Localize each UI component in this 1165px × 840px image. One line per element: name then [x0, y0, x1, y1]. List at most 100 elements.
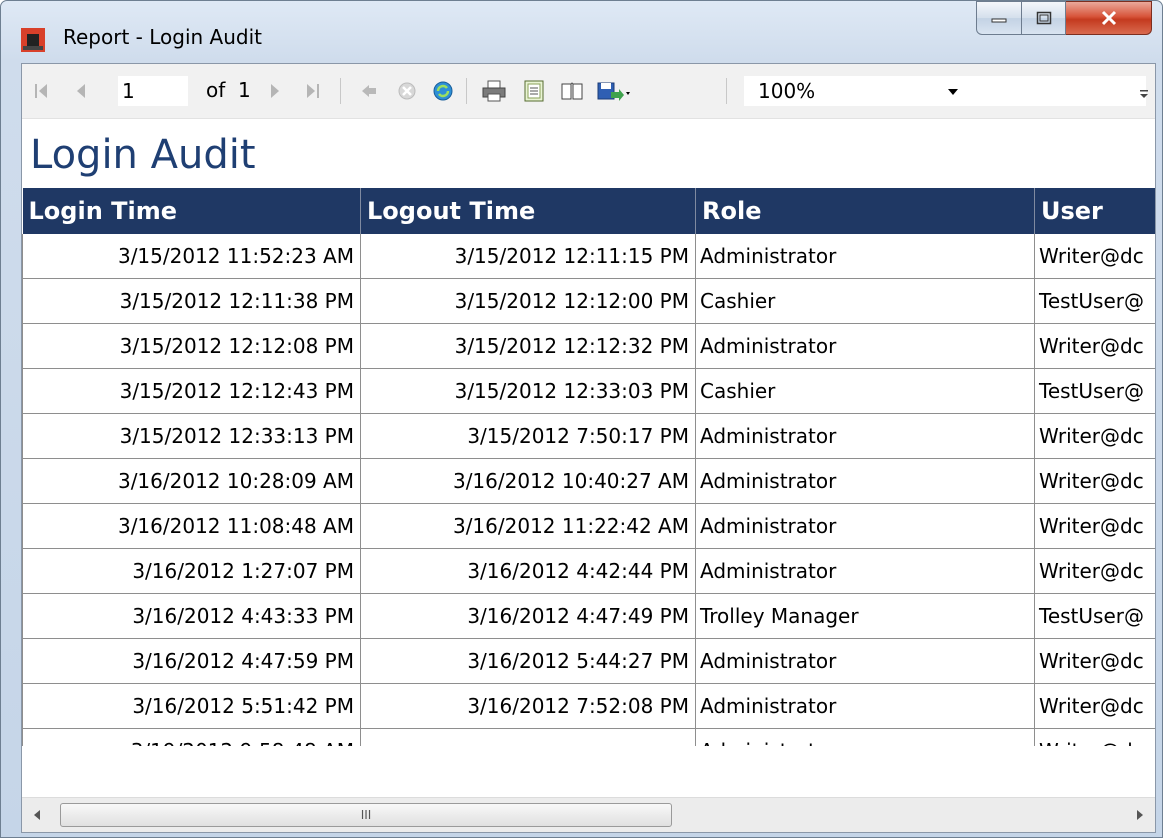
export-button[interactable]: [594, 64, 634, 118]
column-header-login-time: Login Time: [22, 188, 361, 234]
logout-time-cell: 3/15/2012 12:12:32 PM: [360, 323, 696, 369]
print-layout-icon: [524, 80, 544, 102]
app-icon: [21, 28, 45, 52]
print-button[interactable]: [478, 64, 510, 118]
login-time-cell: 3/16/2012 10:28:09 AM: [22, 458, 361, 504]
chevron-down-icon: [948, 89, 958, 95]
logout-time-cell: 3/15/2012 7:50:17 PM: [360, 413, 696, 459]
role-cell: Administrator: [695, 548, 1035, 594]
user-cell: Writer@dc: [1034, 234, 1155, 279]
logout-time-cell: 3/15/2012 12:12:00 PM: [360, 278, 696, 324]
close-icon: [1101, 10, 1116, 26]
minimize-button[interactable]: [976, 1, 1022, 35]
table-row: 3/15/2012 12:33:13 PM 3/15/2012 7:50:17 P…: [22, 413, 1155, 459]
role-cell: Cashier: [695, 368, 1035, 414]
user-cell: Writer@dc: [1034, 413, 1155, 459]
toolbar-overflow-icon[interactable]: [1139, 88, 1149, 102]
login-time-cell: 3/19/2012 9:58:48 AM: [22, 728, 361, 746]
page-setup-button[interactable]: [556, 64, 588, 118]
role-cell: Administrator: [695, 234, 1035, 279]
table-row: 3/19/2012 9:58:48 AM AdministratorWriter@…: [22, 728, 1155, 746]
toolbar-separator: [466, 78, 467, 104]
login-time-cell: 3/16/2012 4:43:33 PM: [22, 593, 361, 639]
column-header-user: User: [1034, 188, 1155, 234]
caption-buttons: [976, 1, 1152, 37]
table-row: 3/15/2012 11:52:23 AM 3/15/2012 12:11:15 …: [22, 234, 1155, 279]
previous-page-button[interactable]: [66, 64, 96, 118]
horizontal-scrollbar[interactable]: III: [22, 797, 1155, 832]
table-header-row: Login Time Logout Time Role User: [22, 188, 1155, 234]
logout-time-cell: 3/16/2012 7:52:08 PM: [360, 683, 696, 729]
logout-time-cell: 3/16/2012 4:42:44 PM: [360, 548, 696, 594]
logout-time-cell: 3/16/2012 5:44:27 PM: [360, 638, 696, 684]
user-cell: Writer@dc: [1034, 503, 1155, 549]
role-cell: Administrator: [695, 503, 1035, 549]
column-header-role: Role: [695, 188, 1035, 234]
logout-time-cell: [360, 728, 696, 746]
user-cell: Writer@dc: [1034, 728, 1155, 746]
table-row: 3/16/2012 4:43:33 PM 3/16/2012 4:47:49 PM…: [22, 593, 1155, 639]
login-time-cell: 3/15/2012 12:11:38 PM: [22, 278, 361, 324]
current-page-input[interactable]: 1: [118, 76, 188, 106]
print-layout-button[interactable]: [518, 64, 550, 118]
refresh-button[interactable]: [428, 64, 458, 118]
export-icon: [597, 82, 630, 101]
column-header-logout-time: Logout Time: [360, 188, 696, 234]
login-time-cell: 3/16/2012 11:08:48 AM: [22, 503, 361, 549]
role-cell: Cashier: [695, 278, 1035, 324]
logout-time-cell: 3/15/2012 12:11:15 PM: [360, 234, 696, 279]
report-viewer: 1 of 1 100% Login Audit Login Time Logou…: [21, 63, 1156, 833]
table-row: 3/15/2012 12:12:43 PM 3/15/2012 12:33:03 …: [22, 368, 1155, 414]
next-page-button[interactable]: [260, 64, 290, 118]
user-cell: Writer@dc: [1034, 638, 1155, 684]
table-row: 3/15/2012 12:12:08 PM 3/15/2012 12:12:32 …: [22, 323, 1155, 369]
title-bar[interactable]: Report - Login Audit: [1, 1, 1162, 63]
toolbar-separator: [726, 78, 727, 104]
table-row: 3/16/2012 11:08:48 AM 3/16/2012 11:22:42 …: [22, 503, 1155, 549]
logout-time-cell: 3/16/2012 11:22:42 AM: [360, 503, 696, 549]
window-title: Report - Login Audit: [63, 25, 262, 49]
table-row: 3/16/2012 5:51:42 PM 3/16/2012 7:52:08 PM…: [22, 683, 1155, 729]
role-cell: Administrator: [695, 413, 1035, 459]
scroll-right-button[interactable]: [1125, 798, 1155, 832]
toolbar-separator: [340, 78, 341, 104]
scrollbar-thumb[interactable]: III: [60, 803, 672, 827]
login-time-cell: 3/15/2012 11:52:23 AM: [22, 234, 361, 279]
scrollbar-grip: III: [360, 808, 372, 822]
login-audit-table: Login Time Logout Time Role User 3/15/20…: [22, 188, 1155, 746]
maximize-icon: [1036, 11, 1051, 25]
login-time-cell: 3/16/2012 5:51:42 PM: [22, 683, 361, 729]
zoom-select[interactable]: 100%: [744, 76, 966, 106]
role-cell: Administrator: [695, 323, 1035, 369]
first-page-icon: [35, 84, 47, 98]
user-cell: Writer@dc: [1034, 323, 1155, 369]
user-cell: TestUser@: [1034, 368, 1155, 414]
stop-icon: [398, 82, 416, 100]
table-row: 3/16/2012 10:28:09 AM 3/16/2012 10:40:27 …: [22, 458, 1155, 504]
table-row: 3/16/2012 4:47:59 PM 3/16/2012 5:44:27 PM…: [22, 638, 1155, 684]
report-window: Report - Login Audit 1 of 1 100% Login A…: [0, 0, 1163, 838]
maximize-button[interactable]: [1022, 1, 1066, 35]
scroll-left-button[interactable]: [22, 798, 52, 832]
user-cell: TestUser@: [1034, 593, 1155, 639]
user-cell: Writer@dc: [1034, 458, 1155, 504]
login-time-cell: 3/15/2012 12:12:08 PM: [22, 323, 361, 369]
first-page-button[interactable]: [26, 64, 56, 118]
login-time-cell: 3/15/2012 12:12:43 PM: [22, 368, 361, 414]
minimize-icon: [991, 18, 1007, 23]
stop-button[interactable]: [392, 64, 422, 118]
of-label: of: [206, 78, 226, 102]
back-button[interactable]: [354, 64, 384, 118]
find-text-input[interactable]: [966, 76, 1146, 106]
role-cell: Trolley Manager: [695, 593, 1035, 639]
logout-time-cell: 3/16/2012 10:40:27 AM: [360, 458, 696, 504]
role-cell: Administrator: [695, 683, 1035, 729]
total-pages: 1: [238, 78, 251, 102]
refresh-icon: [433, 81, 453, 101]
role-cell: Administrator: [695, 638, 1035, 684]
last-page-button[interactable]: [298, 64, 328, 118]
close-button[interactable]: [1066, 1, 1152, 35]
logout-time-cell: 3/15/2012 12:33:03 PM: [360, 368, 696, 414]
logout-time-cell: 3/16/2012 4:47:49 PM: [360, 593, 696, 639]
user-cell: Writer@dc: [1034, 548, 1155, 594]
